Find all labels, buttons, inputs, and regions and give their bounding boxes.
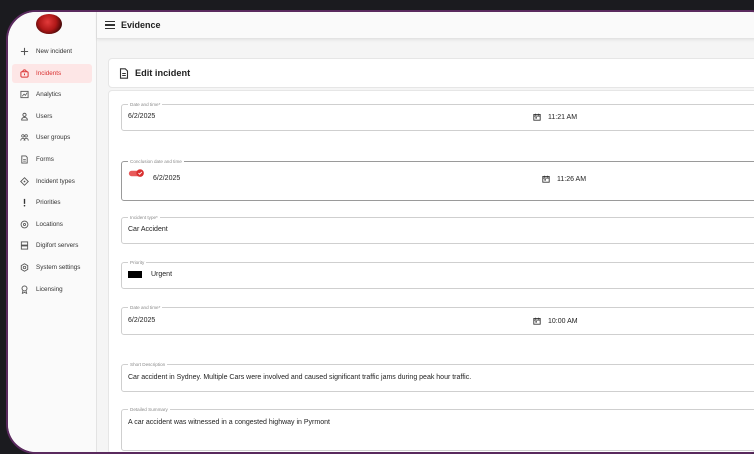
user-icon [18,111,30,121]
top-app-bar: Evidence [97,12,754,39]
sidebar-item-new-incident[interactable]: New incident [12,42,92,61]
conclusion-date-value[interactable]: 6/2/2025 [153,175,180,182]
field-label: Detailed Summary [128,406,170,413]
sidebar-item-label: New incident [36,48,73,55]
calendar-icon [533,113,541,121]
license-icon [18,284,30,294]
sidebar-item-label: Locations [36,220,63,228]
conclusion-time-value: 11:26 AM [557,175,587,183]
date-value[interactable]: 6/2/2025 [128,113,155,120]
incident-type-value: Car Accident [128,226,168,233]
sidebar-item-label: Forms [36,155,54,163]
time-value: 10:00 AM [548,317,578,325]
time-picker[interactable]: 10:00 AM [533,317,578,325]
detailed-summary-value: A car accident was witnessed in a conges… [128,419,330,426]
app-title: Evidence [121,20,161,30]
sidebar-item-label: System settings [36,263,81,271]
calendar-icon [542,175,550,183]
detailed-summary-field[interactable]: Detailed Summary A car accident was witn… [121,406,754,451]
hamburger-menu-icon[interactable] [105,21,115,29]
field-label: Short Description [128,361,168,368]
field-label: Date and time* [128,101,163,108]
field-label: Date and time* [128,304,163,311]
sidebar-item-priorities[interactable]: Priorities [12,193,92,212]
sidebar-item-label: Licensing [36,285,63,293]
document-icon [119,67,129,79]
sidebar-item-forms[interactable]: Forms [12,150,92,169]
page-header: Edit incident [108,58,754,88]
sidebar-item-digifort-servers[interactable]: Digifort servers [12,236,92,255]
calendar-icon [533,317,541,325]
short-description-value: Car accident in Sydney. Multiple Cars we… [128,374,472,381]
conclusion-toggle[interactable] [128,169,145,178]
incident-type-select[interactable]: Incident type* Car Accident [121,214,754,244]
sidebar-item-licensing[interactable]: Licensing [12,280,92,299]
sidebar-item-user-groups[interactable]: User groups [12,128,92,147]
priority-icon [18,198,30,208]
plus-icon [18,47,30,57]
sidebar-item-incidents[interactable]: Incidents [12,63,92,83]
user-groups-icon [18,133,30,143]
priority-select[interactable]: Priority Urgent [121,259,754,289]
short-description-field[interactable]: Short Description Car accident in Sydney… [121,361,754,392]
field-label: Priority [128,259,147,266]
sidebar-item-label: Incidents [36,69,62,77]
priority-value: Urgent [151,271,173,278]
sidebar-nav: New incident Incidents Analytics Users U… [12,42,92,301]
sidebar-item-label: Digifort servers [36,242,79,250]
field-label: Conclusion date and time [128,158,184,165]
incident-form: Date and time* 6/2/2025 11:21 AM Conclus… [108,90,754,452]
date-value[interactable]: 6/2/2025 [128,317,155,324]
sidebar-item-incident-types[interactable]: Incident types [12,172,92,191]
incident-types-icon [18,176,30,186]
priority-color-swatch [128,271,142,278]
date-time-field-2[interactable]: Date and time* 6/2/2025 10:00 AM [121,304,754,335]
sidebar: New incident Incidents Analytics Users U… [8,12,97,452]
time-value: 11:21 AM [548,113,578,121]
app-logo [36,14,62,34]
field-label: Incident type* [128,214,160,221]
server-icon [18,241,30,251]
conclusion-time-picker[interactable]: 11:26 AM [542,175,586,183]
sidebar-item-analytics[interactable]: Analytics [12,85,92,104]
sidebar-item-label: User groups [36,134,71,142]
time-picker[interactable]: 11:21 AM [533,113,577,121]
settings-icon [18,262,30,272]
analytics-icon [18,90,30,100]
location-icon [18,219,30,229]
forms-icon [18,154,30,164]
incident-icon [18,68,30,78]
sidebar-item-label: Users [36,112,53,120]
sidebar-item-label: Analytics [36,91,62,99]
sidebar-item-locations[interactable]: Locations [12,215,92,234]
sidebar-item-label: Incident types [36,177,75,185]
app-window: New incident Incidents Analytics Users U… [6,10,754,454]
sidebar-item-system-settings[interactable]: System settings [12,258,92,277]
conclusion-date-field[interactable]: Conclusion date and time 6/2/2025 11:26 … [121,158,754,201]
page-title: Edit incident [135,68,191,78]
date-time-field[interactable]: Date and time* 6/2/2025 11:21 AM [121,101,754,131]
sidebar-item-label: Priorities [36,199,61,207]
sidebar-item-users[interactable]: Users [12,107,92,126]
